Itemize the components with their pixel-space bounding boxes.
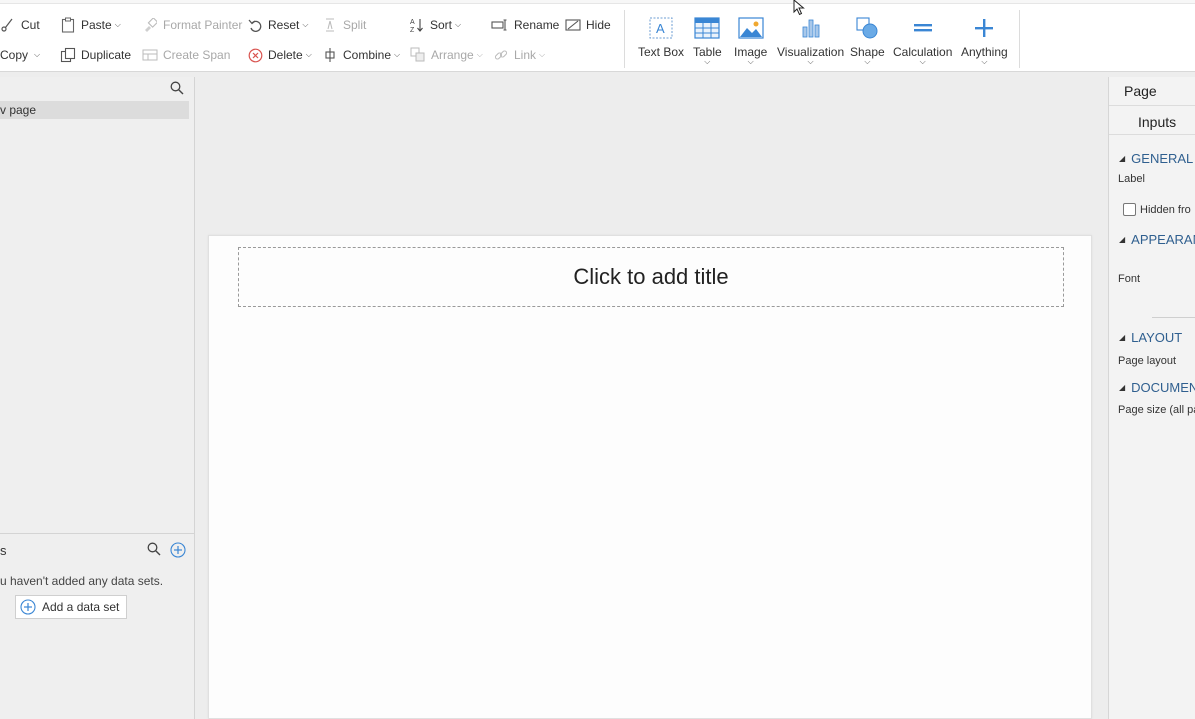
report-page[interactable]: Click to add title bbox=[208, 235, 1092, 719]
empty-data-sets-message: u haven't added any data sets. bbox=[0, 574, 164, 588]
add-circle-icon bbox=[20, 599, 36, 615]
page-list-item[interactable]: v page bbox=[0, 101, 189, 119]
chevron-down-icon: ⌵ bbox=[302, 20, 309, 29]
ribbon-toolbar: Cut Paste ⌵ Format Painter Reset ⌵ Split… bbox=[0, 0, 1195, 72]
image-picture-icon bbox=[737, 14, 765, 42]
tab-inputs[interactable]: Inputs bbox=[1138, 114, 1176, 130]
chevron-down-icon: ⌵ bbox=[34, 50, 41, 59]
rename-icon bbox=[491, 17, 509, 33]
table-grid-icon bbox=[693, 14, 721, 42]
table-button[interactable]: Table ⌵ bbox=[693, 14, 722, 66]
chevron-down-icon: ⌵ bbox=[864, 57, 871, 66]
hide-button[interactable]: Hide bbox=[565, 14, 611, 36]
image-button[interactable]: Image ⌵ bbox=[734, 14, 767, 66]
properties-panel: Page Inputs ◢ GENERAL Label Hidden fro ◢… bbox=[1108, 77, 1195, 719]
section-document[interactable]: ◢ DOCUMEN bbox=[1119, 380, 1195, 395]
hidden-from-checkbox[interactable]: Hidden fro bbox=[1123, 203, 1191, 216]
paste-button[interactable]: Paste ⌵ bbox=[60, 14, 121, 36]
shape-icon bbox=[853, 14, 881, 42]
reset-button[interactable]: Reset ⌵ bbox=[247, 14, 308, 36]
calculation-button[interactable]: Calculation ⌵ bbox=[893, 14, 952, 66]
collapse-triangle-icon: ◢ bbox=[1119, 333, 1126, 342]
report-canvas: Click to add title bbox=[196, 77, 1108, 719]
chevron-down-icon: ⌵ bbox=[704, 57, 711, 66]
combine-icon bbox=[322, 47, 338, 63]
chevron-down-icon: ⌵ bbox=[305, 50, 312, 59]
chevron-down-icon: ⌵ bbox=[114, 20, 121, 29]
hide-icon bbox=[565, 17, 581, 33]
page-layout-property: Page layout bbox=[1118, 355, 1177, 367]
rename-button[interactable]: Rename bbox=[491, 14, 559, 36]
format-painter-button[interactable]: Format Painter bbox=[142, 14, 242, 36]
page-title-placeholder[interactable]: Click to add title bbox=[238, 247, 1064, 307]
label-property: Label bbox=[1118, 173, 1145, 185]
ribbon-top-strip bbox=[0, 0, 1195, 4]
combine-button[interactable]: Combine ⌵ bbox=[322, 44, 400, 66]
chevron-down-icon: ⌵ bbox=[747, 57, 754, 66]
data-sets-title: s bbox=[0, 543, 7, 558]
chevron-down-icon: ⌵ bbox=[455, 20, 462, 29]
text-box-button[interactable]: A Text Box bbox=[638, 14, 684, 59]
equals-icon bbox=[909, 14, 937, 42]
link-button[interactable]: Link ⌵ bbox=[493, 44, 545, 66]
section-general[interactable]: ◢ GENERAL bbox=[1119, 151, 1193, 166]
checkbox-box[interactable] bbox=[1123, 203, 1136, 216]
arrange-icon bbox=[410, 47, 426, 63]
table-span-icon bbox=[142, 47, 158, 63]
chevron-down-icon: ⌵ bbox=[981, 57, 988, 66]
sort-az-icon: AZ bbox=[409, 17, 425, 33]
svg-text:A: A bbox=[410, 19, 415, 26]
split-button[interactable]: Split bbox=[322, 14, 366, 36]
search-icon[interactable] bbox=[147, 542, 161, 559]
duplicate-icon bbox=[60, 47, 76, 63]
cut-button[interactable]: Cut bbox=[0, 14, 40, 36]
add-data-set-button[interactable]: Add a data set bbox=[15, 595, 128, 619]
plus-icon bbox=[970, 14, 998, 42]
chevron-down-icon: ⌵ bbox=[539, 50, 546, 59]
copy-button[interactable]: Copy ⌵ bbox=[0, 44, 40, 66]
chevron-down-icon: ⌵ bbox=[919, 57, 926, 66]
svg-text:Z: Z bbox=[410, 27, 415, 33]
undo-arrow-icon bbox=[247, 17, 263, 33]
ribbon-divider bbox=[1019, 10, 1020, 68]
page-size-property: Page size (all pa bbox=[1118, 404, 1195, 416]
search-icon[interactable] bbox=[170, 81, 184, 98]
ribbon-divider bbox=[624, 10, 625, 68]
chevron-down-icon: ⌵ bbox=[476, 50, 483, 59]
svg-text:A: A bbox=[656, 21, 665, 36]
split-icon bbox=[322, 17, 338, 33]
create-span-button[interactable]: Create Span bbox=[142, 44, 230, 66]
font-property: Font bbox=[1118, 273, 1141, 285]
duplicate-button[interactable]: Duplicate bbox=[60, 44, 131, 66]
text-box-icon: A bbox=[647, 14, 675, 42]
tab-page[interactable]: Page bbox=[1124, 83, 1157, 99]
mouse-cursor-icon bbox=[793, 0, 805, 16]
left-panel: v page s u haven't added any data sets. … bbox=[0, 77, 195, 719]
collapse-triangle-icon: ◢ bbox=[1119, 235, 1126, 244]
scissors-icon bbox=[0, 17, 16, 33]
shape-button[interactable]: Shape ⌵ bbox=[850, 14, 885, 66]
section-appearance[interactable]: ◢ APPEARAN bbox=[1119, 232, 1195, 247]
anything-button[interactable]: Anything ⌵ bbox=[961, 14, 1008, 66]
collapse-triangle-icon: ◢ bbox=[1119, 383, 1126, 392]
font-divider bbox=[1152, 317, 1195, 318]
visualization-button[interactable]: Visualization ⌵ bbox=[777, 14, 844, 66]
arrange-button[interactable]: Arrange ⌵ bbox=[410, 44, 483, 66]
clipboard-icon bbox=[60, 17, 76, 33]
data-sets-header: s bbox=[0, 533, 195, 565]
delete-circle-x-icon bbox=[247, 47, 263, 63]
add-circle-icon[interactable] bbox=[170, 542, 186, 561]
delete-button[interactable]: Delete ⌵ bbox=[247, 44, 312, 66]
link-chain-icon bbox=[493, 47, 509, 63]
paintbrush-icon bbox=[142, 17, 158, 33]
chevron-down-icon: ⌵ bbox=[807, 57, 814, 66]
collapse-triangle-icon: ◢ bbox=[1119, 154, 1126, 163]
sort-button[interactable]: AZ Sort ⌵ bbox=[409, 14, 461, 36]
bar-chart-icon bbox=[797, 14, 825, 42]
section-layout[interactable]: ◢ LAYOUT bbox=[1119, 330, 1182, 345]
chevron-down-icon: ⌵ bbox=[394, 50, 401, 59]
